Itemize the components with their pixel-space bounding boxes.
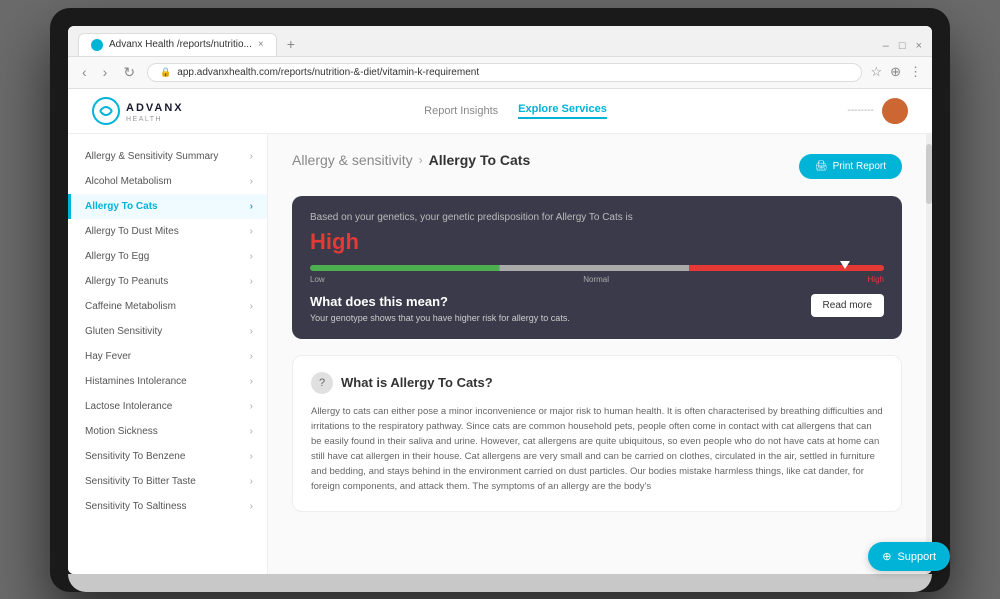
what-does-mean-title: What does this mean? xyxy=(310,294,570,309)
breadcrumb: Allergy & sensitivity › Allergy To Cats xyxy=(292,152,530,168)
chevron-icon: › xyxy=(250,376,253,387)
print-icon: 🖨 xyxy=(815,161,828,172)
chevron-icon: › xyxy=(250,426,253,437)
page-header: Allergy & sensitivity › Allergy To Cats … xyxy=(292,152,902,182)
sidebar-item-gluten-sensitivity[interactable]: Gluten Sensitivity › xyxy=(68,319,267,344)
laptop-base xyxy=(68,574,932,592)
header-nav: Report Insights Explore Services xyxy=(424,103,607,119)
risk-bar xyxy=(310,265,884,271)
info-title: What is Allergy To Cats? xyxy=(341,375,493,390)
sidebar-item-alcohol-metabolism[interactable]: Alcohol Metabolism › xyxy=(68,169,267,194)
sidebar-item-caffeine-metabolism[interactable]: Caffeine Metabolism › xyxy=(68,294,267,319)
chevron-icon: › xyxy=(250,251,253,262)
tab-title: Advanx Health /reports/nutritio... xyxy=(109,39,252,50)
chevron-icon: › xyxy=(250,226,253,237)
logo-name: ADVANX xyxy=(126,102,184,114)
sidebar: Allergy & Sensitivity Summary › Alcohol … xyxy=(68,134,268,574)
chevron-icon: › xyxy=(250,351,253,362)
sidebar-item-allergy-to-cats[interactable]: Allergy To Cats › xyxy=(68,194,267,219)
support-icon: ⊕ xyxy=(882,550,891,563)
chevron-icon: › xyxy=(250,326,253,337)
browser-toolbar: ‹ › ↻ 🔒 app.advanxhealth.com/reports/nut… xyxy=(68,57,932,89)
print-report-button[interactable]: 🖨 Print Report xyxy=(799,154,902,179)
sidebar-item-allergy-peanuts[interactable]: Allergy To Peanuts › xyxy=(68,269,267,294)
breadcrumb-current: Allergy To Cats xyxy=(429,152,531,168)
header-user: -------- xyxy=(847,98,908,124)
breadcrumb-parent: Allergy & sensitivity xyxy=(292,152,413,168)
chevron-icon: › xyxy=(250,401,253,412)
info-title-row: ? What is Allergy To Cats? xyxy=(311,372,883,394)
risk-subtitle: Based on your genetics, your genetic pre… xyxy=(310,212,884,223)
sidebar-item-allergy-egg[interactable]: Allergy To Egg › xyxy=(68,244,267,269)
logo-icon xyxy=(92,97,120,125)
risk-footer: What does this mean? Your genotype shows… xyxy=(310,294,884,323)
window-maximize[interactable]: □ xyxy=(899,40,906,52)
question-icon: ? xyxy=(311,372,333,394)
extension-icon[interactable]: ⊕ xyxy=(890,64,901,80)
bookmark-icon[interactable]: ☆ xyxy=(870,64,882,80)
sidebar-item-sensitivity-benzene[interactable]: Sensitivity To Benzene › xyxy=(68,444,267,469)
chevron-icon: › xyxy=(250,176,253,187)
new-tab-button[interactable]: + xyxy=(281,32,301,56)
risk-bar-container: Low Normal High xyxy=(310,265,884,284)
chevron-icon: › xyxy=(250,301,253,312)
risk-labels: Low Normal High xyxy=(310,275,884,284)
window-minimize[interactable]: – xyxy=(883,40,889,52)
sidebar-item-lactose-intolerance[interactable]: Lactose Intolerance › xyxy=(68,394,267,419)
lock-icon: 🔒 xyxy=(160,67,171,78)
browser-bar: Advanx Health /reports/nutritio... × + –… xyxy=(68,26,932,57)
chevron-icon: › xyxy=(250,451,253,462)
risk-indicator xyxy=(840,261,850,269)
info-text: Allergy to cats can either pose a minor … xyxy=(311,404,883,495)
risk-description: What does this mean? Your genotype shows… xyxy=(310,294,570,323)
logo-sub: HEALTH xyxy=(126,116,184,123)
user-avatar xyxy=(882,98,908,124)
nav-explore-services[interactable]: Explore Services xyxy=(518,103,607,119)
reload-button[interactable]: ↻ xyxy=(119,62,139,83)
info-section: ? What is Allergy To Cats? Allergy to ca… xyxy=(292,355,902,512)
read-more-button[interactable]: Read more xyxy=(811,294,884,317)
breadcrumb-separator: › xyxy=(419,153,423,167)
scrollbar[interactable] xyxy=(926,134,932,574)
sidebar-item-sensitivity-bitter-taste[interactable]: Sensitivity To Bitter Taste › xyxy=(68,469,267,494)
scrollbar-thumb[interactable] xyxy=(926,144,932,204)
browser-tab[interactable]: Advanx Health /reports/nutritio... × xyxy=(78,33,277,56)
chevron-icon: › xyxy=(250,501,253,512)
user-name: -------- xyxy=(847,105,874,116)
forward-button[interactable]: › xyxy=(99,62,112,82)
app-header: ADVANX HEALTH Report Insights Explore Se… xyxy=(68,89,932,134)
main-content: Allergy & sensitivity › Allergy To Cats … xyxy=(268,134,926,574)
label-normal: Normal xyxy=(583,275,609,284)
sidebar-item-allergy-sensitivity-summary[interactable]: Allergy & Sensitivity Summary › xyxy=(68,144,267,169)
tab-favicon-icon xyxy=(91,39,103,51)
sidebar-item-motion-sickness[interactable]: Motion Sickness › xyxy=(68,419,267,444)
sidebar-item-allergy-dust-mites[interactable]: Allergy To Dust Mites › xyxy=(68,219,267,244)
logo-area: ADVANX HEALTH xyxy=(92,97,184,125)
label-low: Low xyxy=(310,275,325,284)
sidebar-item-sensitivity-saltiness[interactable]: Sensitivity To Saltiness › xyxy=(68,494,267,519)
chevron-icon: › xyxy=(250,276,253,287)
nav-report-insights[interactable]: Report Insights xyxy=(424,105,498,117)
label-high: High xyxy=(868,275,884,284)
back-button[interactable]: ‹ xyxy=(78,62,91,82)
risk-card: Based on your genetics, your genetic pre… xyxy=(292,196,902,339)
chevron-active-icon: › xyxy=(250,201,253,212)
tab-close-icon[interactable]: × xyxy=(258,39,264,50)
address-bar[interactable]: 🔒 app.advanxhealth.com/reports/nutrition… xyxy=(147,63,862,82)
chevron-icon: › xyxy=(250,151,253,162)
chevron-icon: › xyxy=(250,476,253,487)
app-body: Allergy & Sensitivity Summary › Alcohol … xyxy=(68,134,932,574)
support-button[interactable]: ⊕ Support xyxy=(868,542,950,571)
sidebar-item-hay-fever[interactable]: Hay Fever › xyxy=(68,344,267,369)
sidebar-item-histamines-intolerance[interactable]: Histamines Intolerance › xyxy=(68,369,267,394)
address-text: app.advanxhealth.com/reports/nutrition-&… xyxy=(177,67,479,78)
browser-actions: ☆ ⊕ ⋮ xyxy=(870,64,922,80)
window-close[interactable]: × xyxy=(916,40,922,52)
risk-level: High xyxy=(310,229,884,255)
menu-icon[interactable]: ⋮ xyxy=(909,64,922,80)
genotype-text: Your genotype shows that you have higher… xyxy=(310,313,570,323)
